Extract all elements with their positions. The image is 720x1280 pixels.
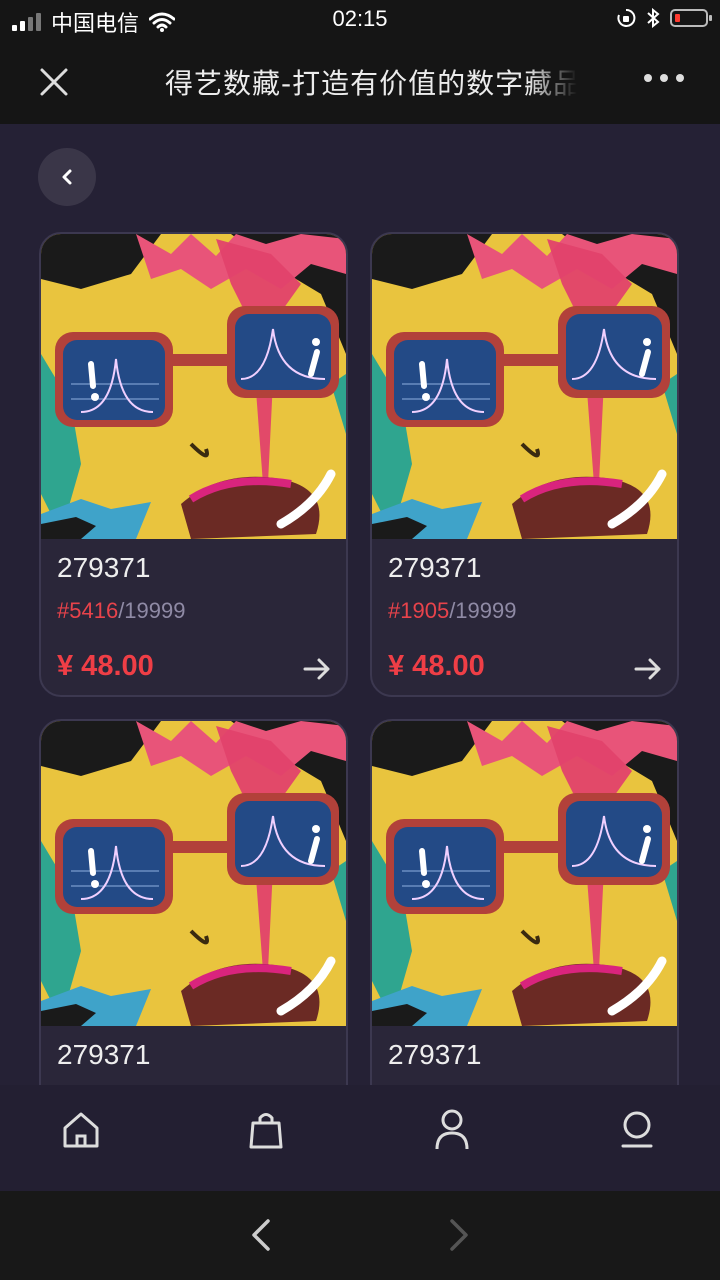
- bag-icon[interactable]: [241, 1105, 291, 1155]
- product-card[interactable]: 279371: [370, 719, 679, 1099]
- arrow-right-icon[interactable]: [633, 654, 663, 684]
- status-bar: 中国电信 02:15: [0, 0, 720, 40]
- tab-bar: [0, 1085, 720, 1191]
- product-card[interactable]: 279371 #5416/19999 ¥ 48.00: [39, 232, 348, 697]
- product-card[interactable]: 279371: [39, 719, 348, 1099]
- more-icon[interactable]: [644, 74, 684, 82]
- arrow-right-icon[interactable]: [302, 654, 332, 684]
- product-price: ¥ 48.00: [57, 650, 154, 682]
- bluetooth-icon: [647, 8, 660, 28]
- rotation-lock-icon: [617, 8, 636, 27]
- serial-number: #1905: [388, 598, 450, 623]
- battery-icon: [670, 9, 712, 27]
- page-title: 得艺数藏-打造有价值的数字藏品平台: [165, 67, 577, 100]
- chevron-right-icon[interactable]: [438, 1215, 478, 1255]
- home-icon[interactable]: [56, 1105, 106, 1155]
- title-bar: 得艺数藏-打造有价值的数字藏品平台: [0, 40, 720, 124]
- product-serial: #5416/19999: [57, 598, 185, 624]
- product-image: [41, 721, 346, 1026]
- chevron-left-icon[interactable]: [242, 1215, 282, 1255]
- product-image: [372, 234, 677, 539]
- status-right: [616, 8, 712, 28]
- product-name: 279371: [388, 1039, 482, 1070]
- back-button[interactable]: [38, 148, 96, 206]
- product-image: [372, 721, 677, 1026]
- product-name: 279371: [388, 552, 482, 583]
- product-serial: #1905/19999: [388, 598, 516, 624]
- chevron-left-icon: [62, 169, 72, 185]
- product-card[interactable]: 279371 #1905/19999 ¥ 48.00: [370, 232, 679, 697]
- product-name: 279371: [57, 1039, 151, 1070]
- serial-number: #5416: [57, 598, 119, 623]
- profile-icon[interactable]: [612, 1105, 662, 1155]
- product-image: [41, 234, 346, 539]
- product-name: 279371: [57, 552, 151, 583]
- browser-nav-bar: [0, 1191, 720, 1280]
- serial-total: /19999: [118, 598, 186, 623]
- user-icon[interactable]: [427, 1105, 477, 1155]
- product-price: ¥ 48.00: [388, 650, 485, 682]
- status-time: 02:15: [332, 6, 388, 31]
- close-icon[interactable]: [36, 64, 72, 100]
- serial-total: /19999: [449, 598, 517, 623]
